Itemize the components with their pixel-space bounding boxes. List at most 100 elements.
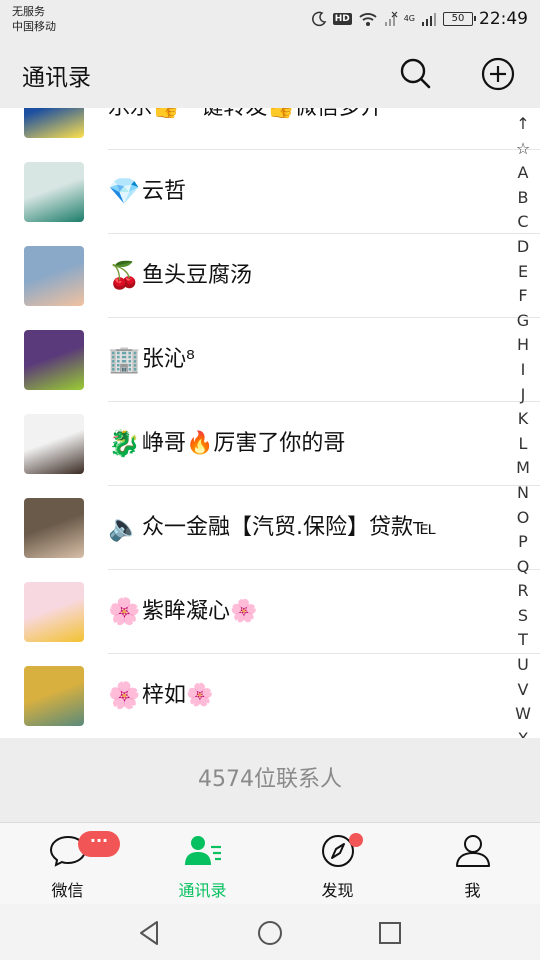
contact-avatar <box>24 414 84 474</box>
contact-avatar <box>24 108 84 138</box>
contact-name: 🌸 梓如🌸 <box>108 654 213 738</box>
tab-label: 发现 <box>321 881 354 900</box>
contact-name: 🍒 鱼头豆腐汤 <box>108 234 252 318</box>
contact-row[interactable]: 🐉 峥哥🔥厉害了你的哥 <box>0 402 540 486</box>
person-icon <box>455 835 490 867</box>
tab-label: 微信 <box>51 881 84 900</box>
network-type: 4G <box>403 14 415 23</box>
tab-me[interactable]: 我 <box>405 823 540 905</box>
index-letter[interactable]: G <box>517 309 529 334</box>
contact-row[interactable]: 🍒 鱼头豆腐汤 <box>0 234 540 318</box>
discover-dot <box>349 833 363 847</box>
status-bar: 无服务 中国移动 HD 4G 50 22:49 <box>0 0 540 40</box>
index-letter[interactable]: D <box>517 235 529 260</box>
contact-emoji: 🍒 <box>108 261 141 291</box>
contact-row[interactable]: 🌸 紫眸凝心🌸 <box>0 570 540 654</box>
index-letter[interactable]: H <box>517 333 529 358</box>
unread-badge: ··· <box>78 831 120 857</box>
contacts-icon <box>184 836 221 865</box>
contact-count: 4574位联系人 <box>0 738 540 822</box>
carrier-line1: 无服务 <box>12 5 45 18</box>
contact-name-text: 梓如🌸 <box>142 683 214 708</box>
contact-name-text: 乐乐👍一键转发👍微信多开 <box>108 108 383 150</box>
index-letter[interactable]: V <box>518 678 529 703</box>
contact-row[interactable]: 🏢 张沁⁸ <box>0 318 540 402</box>
contact-emoji: 🌸 <box>108 681 141 711</box>
contact-row[interactable]: 💎 云哲 <box>0 150 540 234</box>
contact-emoji: 🌸 <box>108 597 141 627</box>
back-icon[interactable] <box>135 918 165 948</box>
index-letter[interactable]: L <box>519 432 528 457</box>
contact-name: 🔈 众一金融【汽贸.保险】贷款℡ <box>108 486 437 570</box>
index-letter[interactable]: C <box>517 210 528 235</box>
carrier-info: 无服务 中国移动 <box>12 4 56 34</box>
signal-icon <box>422 13 436 26</box>
index-letter[interactable]: M <box>516 456 530 481</box>
tab-label: 通讯录 <box>178 881 227 900</box>
moon-icon <box>311 11 326 27</box>
contact-avatar <box>24 666 84 726</box>
index-letter[interactable]: K <box>518 407 529 432</box>
tab-bar: 微信 ··· 通讯录 发现 我 <box>0 822 540 904</box>
contact-row[interactable]: 🔈 众一金融【汽贸.保险】贷款℡ <box>0 486 540 570</box>
contact-avatar <box>24 162 84 222</box>
index-letter[interactable]: R <box>517 579 528 604</box>
index-letter[interactable]: N <box>517 481 529 506</box>
contact-emoji: 💎 <box>108 177 141 207</box>
clock: 22:49 <box>479 9 528 29</box>
contact-avatar <box>24 582 84 642</box>
tab-label: 我 <box>464 881 481 900</box>
contact-list[interactable]: 乐乐👍一键转发👍微信多开 💎 云哲 🍒 鱼头豆腐汤 🏢 张沁⁸ 🐉 峥哥🔥厉害了… <box>0 108 540 738</box>
index-letter[interactable]: B <box>518 186 529 211</box>
contact-avatar <box>24 330 84 390</box>
index-letter[interactable]: F <box>518 284 527 309</box>
contact-emoji: 🐉 <box>108 429 141 459</box>
contact-name: 🌸 紫眸凝心🌸 <box>108 570 257 654</box>
system-nav-bar <box>0 904 540 960</box>
alphabet-index[interactable]: ↑☆ABCDEFGHIJKLMNOPQRSTUVWXYZ# <box>510 108 536 822</box>
index-letter[interactable]: J <box>521 383 526 408</box>
index-letter[interactable]: O <box>517 506 530 531</box>
index-letter[interactable]: ↑ <box>516 112 529 137</box>
battery-indicator: 50 <box>443 12 476 26</box>
index-letter[interactable]: W <box>515 702 531 727</box>
index-letter[interactable]: U <box>517 653 529 678</box>
page-title: 通讯录 <box>22 65 91 91</box>
wifi-icon <box>359 13 377 26</box>
contact-name: 💎 云哲 <box>108 150 186 234</box>
recents-icon[interactable] <box>375 918 405 948</box>
contact-row[interactable]: 🌸 梓如🌸 <box>0 654 540 738</box>
contact-name-text: 鱼头豆腐汤 <box>142 263 253 288</box>
tab-contacts[interactable]: 通讯录 <box>135 823 270 905</box>
index-letter[interactable]: T <box>518 628 528 653</box>
home-icon[interactable] <box>255 918 285 948</box>
contact-name-text: 紫眸凝心🌸 <box>142 599 258 624</box>
contact-name: 🐉 峥哥🔥厉害了你的哥 <box>108 402 345 486</box>
contact-emoji: 🏢 <box>108 345 141 375</box>
contact-avatar <box>24 498 84 558</box>
tab-discover[interactable]: 发现 <box>270 823 405 905</box>
contact-name-text: 众一金融【汽贸.保险】贷款℡ <box>142 515 437 540</box>
index-letter[interactable]: A <box>518 161 529 186</box>
carrier-line2: 中国移动 <box>12 20 56 33</box>
index-letter[interactable]: ☆ <box>516 137 530 162</box>
contact-name: 乐乐👍一键转发👍微信多开 <box>108 108 383 150</box>
status-icons: HD 4G 50 22:49 <box>311 8 528 30</box>
contact-row[interactable]: 乐乐👍一键转发👍微信多开 <box>0 108 540 150</box>
contact-avatar <box>24 246 84 306</box>
index-letter[interactable]: P <box>518 530 528 555</box>
contact-name-text: 峥哥🔥厉害了你的哥 <box>142 431 346 456</box>
signal-empty-icon <box>384 11 398 26</box>
contact-name-text: 张沁⁸ <box>142 347 195 372</box>
search-icon[interactable] <box>398 56 432 90</box>
index-letter[interactable]: Q <box>517 555 530 580</box>
index-letter[interactable]: E <box>518 260 528 285</box>
plus-circle-icon[interactable] <box>480 56 516 92</box>
contact-emoji: 🔈 <box>108 513 141 543</box>
header: 通讯录 <box>0 40 540 108</box>
index-letter[interactable]: I <box>521 358 526 383</box>
contact-name-text: 云哲 <box>142 179 187 204</box>
hd-badge: HD <box>332 13 352 25</box>
contact-name: 🏢 张沁⁸ <box>108 318 195 402</box>
index-letter[interactable]: S <box>518 604 528 629</box>
